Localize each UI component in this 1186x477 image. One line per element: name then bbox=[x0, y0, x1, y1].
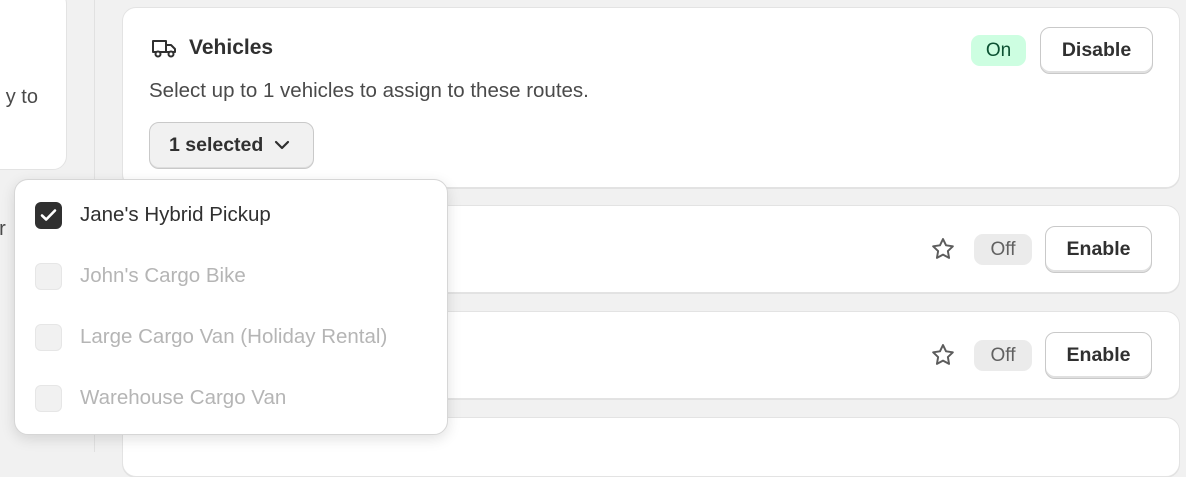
disable-button[interactable]: Disable bbox=[1040, 27, 1153, 74]
truck-icon bbox=[151, 36, 179, 60]
chevron-down-icon bbox=[273, 134, 291, 157]
enable-button[interactable]: Enable bbox=[1045, 332, 1152, 379]
checkbox-disabled[interactable] bbox=[35, 262, 62, 290]
status-badge-off: Off bbox=[974, 340, 1032, 371]
option-label: Warehouse Cargo Van bbox=[80, 386, 287, 409]
select-label: 1 selected bbox=[169, 134, 264, 156]
option-label: John's Cargo Bike bbox=[80, 264, 246, 287]
left-card-fragment: y to bbox=[0, 0, 67, 170]
checkbox-disabled[interactable] bbox=[35, 323, 62, 351]
option-label: Jane's Hybrid Pickup bbox=[80, 203, 271, 226]
vehicles-card: Vehicles Select up to 1 vehicles to assi… bbox=[122, 7, 1180, 188]
checkbox-checked[interactable] bbox=[35, 201, 62, 229]
star-icon[interactable] bbox=[930, 236, 956, 267]
status-badge-off: Off bbox=[974, 234, 1032, 265]
option-janes-hybrid-pickup[interactable]: Jane's Hybrid Pickup bbox=[35, 200, 271, 230]
left-card-text: y to bbox=[5, 86, 38, 108]
vehicles-dropdown: Jane's Hybrid Pickup John's Cargo Bike L… bbox=[14, 179, 448, 435]
vehicles-description: Select up to 1 vehicles to assign to the… bbox=[149, 79, 589, 102]
option-warehouse-cargo-van[interactable]: Warehouse Cargo Van bbox=[35, 383, 286, 413]
vehicles-title-row: Vehicles bbox=[151, 36, 273, 60]
vehicles-select-button[interactable]: 1 selected bbox=[149, 122, 314, 169]
option-johns-cargo-bike[interactable]: John's Cargo Bike bbox=[35, 261, 246, 291]
star-icon[interactable] bbox=[930, 342, 956, 373]
enable-button[interactable]: Enable bbox=[1045, 226, 1152, 273]
status-badge-on: On bbox=[971, 35, 1026, 66]
option-large-cargo-van[interactable]: Large Cargo Van (Holiday Rental) bbox=[35, 322, 387, 352]
option-label: Large Cargo Van (Holiday Rental) bbox=[80, 325, 388, 348]
left-text-fragment: er bbox=[0, 218, 6, 240]
vehicles-title: Vehicles bbox=[189, 36, 274, 59]
checkbox-disabled[interactable] bbox=[35, 384, 62, 412]
